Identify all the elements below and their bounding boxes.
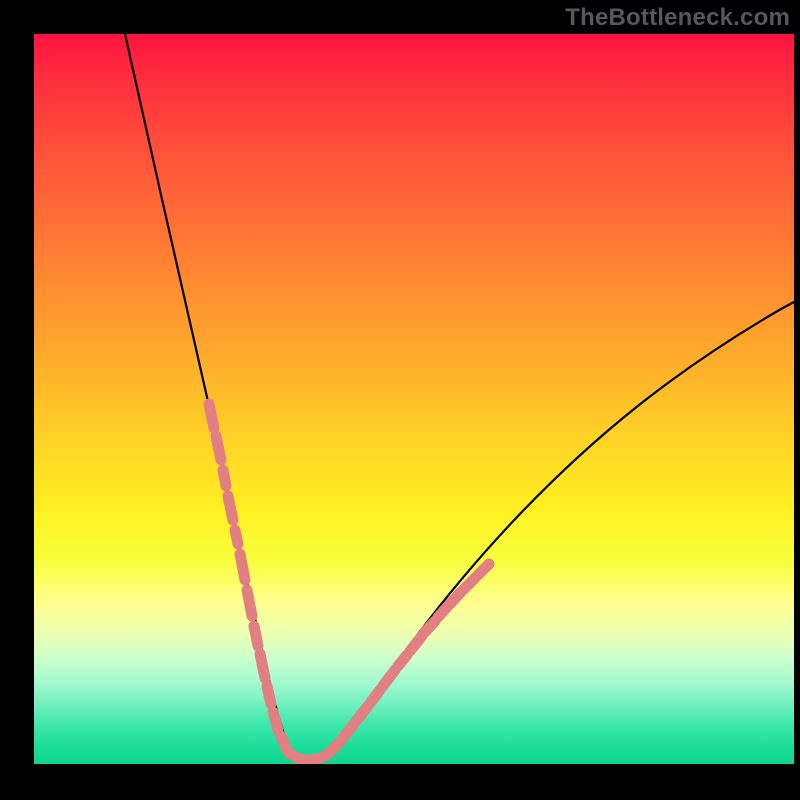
marker-seg (410, 636, 422, 651)
marker-group (209, 404, 489, 760)
marker-seg (425, 621, 435, 632)
marker-seg (450, 592, 461, 604)
marker-seg (383, 670, 395, 686)
marker-seg (371, 690, 380, 702)
marker-seg (398, 655, 407, 666)
marker-seg (331, 742, 340, 751)
plot-area (34, 34, 794, 764)
marker-seg (464, 578, 475, 589)
marker-seg (254, 626, 258, 646)
marker-seg (260, 654, 265, 678)
marker-seg (478, 564, 489, 575)
chart-overlay (34, 34, 794, 764)
marker-seg (240, 554, 245, 580)
watermark-text: TheBottleneck.com (565, 4, 790, 32)
marker-seg (438, 607, 447, 617)
marker-seg (343, 724, 354, 738)
marker-seg (216, 436, 221, 460)
bottleneck-curve (125, 34, 794, 762)
marker-seg (357, 706, 368, 720)
marker-seg (209, 404, 214, 428)
marker-seg (223, 470, 226, 486)
marker-seg (273, 712, 278, 730)
marker-seg (228, 496, 233, 520)
chart-stage: TheBottleneck.com (0, 0, 800, 800)
marker-seg (267, 686, 271, 704)
marker-seg (281, 736, 287, 750)
marker-seg (235, 530, 238, 544)
marker-seg (247, 590, 252, 616)
marker-seg (320, 754, 328, 758)
